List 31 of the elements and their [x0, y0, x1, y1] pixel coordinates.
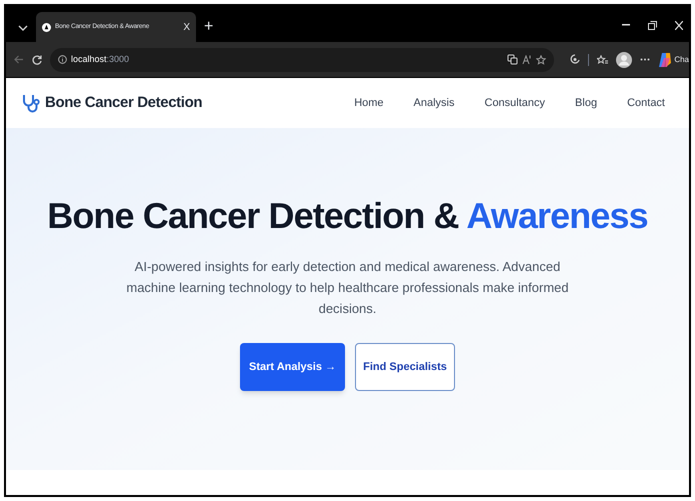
nav-link[interactable]: Contact [627, 94, 665, 112]
nav-link[interactable]: Consultancy [484, 94, 546, 112]
favicon-icon [42, 22, 51, 32]
info-icon [58, 55, 67, 64]
address-bar[interactable]: localhost:3000 [50, 48, 554, 72]
stethoscope-icon [22, 93, 40, 113]
close-icon[interactable] [675, 20, 683, 30]
copilot-label[interactable]: Cha [674, 54, 689, 66]
back-arrow-icon[interactable] [14, 55, 24, 64]
nav-link[interactable]: Home [354, 94, 384, 112]
find-specialists-button[interactable]: Find Specialists [355, 343, 455, 391]
copilot-icon[interactable] [658, 52, 672, 68]
favorites-icon[interactable] [597, 54, 608, 64]
nav-link[interactable]: Blog [575, 94, 598, 112]
new-tab-button[interactable]: + [196, 12, 222, 42]
restore-icon[interactable] [648, 20, 657, 30]
refresh-icon[interactable] [32, 54, 42, 64]
tab-close-button[interactable]: X [183, 20, 190, 34]
url-port: :3000 [106, 52, 130, 66]
star-icon[interactable] [536, 54, 546, 64]
nav-link[interactable]: Analysis [414, 94, 454, 112]
profile-avatar-icon[interactable] [616, 52, 632, 68]
hero-subtitle: AI-powered insights for early detection and medical awareness. Advanced machine learning technology to help healthcare professionals make informed decisions. [125, 258, 570, 318]
url-host: localhost [71, 52, 107, 66]
chevron-down-icon[interactable] [18, 24, 28, 32]
more-icon[interactable] [640, 58, 650, 61]
minimize-icon[interactable] [622, 24, 630, 26]
brand-name[interactable]: Bone Cancer Detection [45, 92, 202, 114]
translate-icon[interactable] [507, 54, 518, 65]
start-analysis-button[interactable]: Start Analysis → [240, 343, 345, 391]
hero-heading: Bone Cancer Detection & Awareness [47, 194, 648, 238]
